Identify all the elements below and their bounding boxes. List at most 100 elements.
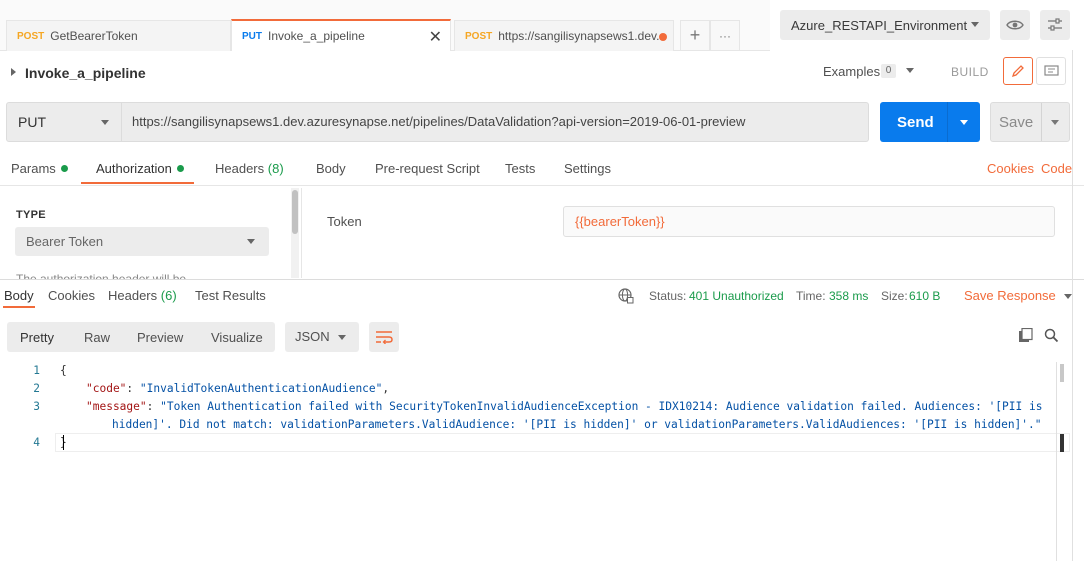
save-response-button[interactable]: Save Response bbox=[964, 288, 1072, 303]
examples-count-badge: 0 bbox=[881, 64, 896, 78]
divider bbox=[301, 188, 302, 278]
active-tab-indicator bbox=[3, 306, 35, 308]
tab-label: Invoke_a_pipeline bbox=[268, 29, 365, 43]
save-response-label: Save Response bbox=[964, 288, 1056, 303]
active-tab-indicator bbox=[81, 182, 194, 184]
tab-more-button[interactable]: ··· bbox=[710, 20, 740, 51]
response-tab-headers-label: Headers bbox=[108, 288, 158, 303]
line-number: 2 bbox=[33, 382, 40, 395]
token-label: Token bbox=[327, 214, 362, 229]
save-divider bbox=[1041, 103, 1042, 141]
request-title-row: Invoke_a_pipeline Examples 0 BUILD bbox=[0, 52, 1084, 92]
chevron-down-icon bbox=[1063, 294, 1072, 300]
environment-select[interactable]: Azure_RESTAPI_Environment bbox=[780, 10, 990, 40]
current-line-highlight bbox=[55, 433, 1070, 452]
send-divider bbox=[947, 102, 948, 142]
close-icon[interactable]: ✕ bbox=[429, 27, 442, 47]
tab-invoke-a-pipeline[interactable]: PUT Invoke_a_pipeline ✕ bbox=[231, 19, 451, 51]
response-tab-body[interactable]: Body bbox=[4, 288, 34, 303]
editor-scrollbar[interactable] bbox=[1056, 362, 1070, 561]
tab-body[interactable]: Body bbox=[316, 161, 346, 176]
auth-type-value: Bearer Token bbox=[26, 234, 104, 249]
time-value[interactable]: 358 ms bbox=[829, 289, 868, 303]
chevron-down-icon[interactable] bbox=[1051, 120, 1059, 125]
tab-headers[interactable]: Headers (8) bbox=[215, 161, 284, 176]
view-pretty[interactable]: Pretty bbox=[20, 330, 54, 345]
url-input[interactable]: https://sangilisynapsews1.dev.azuresynap… bbox=[121, 102, 869, 142]
tab-settings[interactable]: Settings bbox=[564, 161, 611, 176]
pane-border bbox=[1072, 50, 1073, 561]
save-label: Save bbox=[999, 114, 1034, 131]
scrollbar-thumb[interactable] bbox=[1060, 364, 1064, 382]
view-preview[interactable]: Preview bbox=[137, 330, 183, 345]
manage-environments-button[interactable] bbox=[1040, 10, 1070, 40]
request-title[interactable]: Invoke_a_pipeline bbox=[25, 65, 146, 81]
method-label: PUT bbox=[18, 114, 46, 130]
wrap-lines-button[interactable] bbox=[369, 322, 399, 352]
environment-label: Azure_RESTAPI_Environment bbox=[791, 17, 968, 33]
tab-authorization-label: Authorization bbox=[96, 161, 172, 176]
tab-method: POST bbox=[17, 30, 45, 42]
status-value[interactable]: 401 Unauthorized bbox=[689, 289, 784, 303]
json-value: "Token Authentication failed with Securi… bbox=[160, 400, 1043, 413]
code-link[interactable]: Code bbox=[1041, 161, 1072, 176]
active-dot-icon bbox=[176, 165, 184, 173]
tab-tests[interactable]: Tests bbox=[505, 161, 535, 176]
auth-type-select[interactable]: Bearer Token bbox=[15, 227, 269, 256]
tab-label: https://sangilisynapsews1.dev... bbox=[498, 29, 667, 43]
scrollbar-cursor-marker bbox=[1060, 434, 1064, 452]
tab-bar: POST GetBearerToken PUT Invoke_a_pipelin… bbox=[0, 0, 770, 51]
status-label: Status: bbox=[649, 289, 687, 303]
tab-params[interactable]: Params bbox=[11, 161, 68, 176]
chevron-down-icon[interactable] bbox=[906, 68, 914, 73]
tab-post-url[interactable]: POST https://sangilisynapsews1.dev... bbox=[454, 20, 674, 51]
auth-scrollbar[interactable] bbox=[291, 188, 299, 278]
token-input[interactable]: {{bearerToken}} bbox=[563, 206, 1055, 237]
response-tab-headers[interactable]: Headers (6) bbox=[108, 288, 177, 303]
divider bbox=[0, 185, 1084, 186]
tab-get-bearer-token[interactable]: POST GetBearerToken bbox=[6, 20, 231, 51]
tab-prerequest-script[interactable]: Pre-request Script bbox=[375, 161, 480, 176]
sliders-icon bbox=[1048, 18, 1062, 31]
code-line: "code": "InvalidTokenAuthenticationAudie… bbox=[86, 382, 390, 395]
code-line: { bbox=[60, 364, 67, 377]
build-label[interactable]: BUILD bbox=[951, 65, 989, 79]
search-icon[interactable] bbox=[1044, 328, 1059, 343]
copy-icon[interactable] bbox=[1018, 328, 1033, 343]
wrap-lines-icon bbox=[376, 331, 393, 344]
globe-icon[interactable] bbox=[618, 288, 634, 304]
new-tab-button[interactable]: + bbox=[680, 20, 710, 51]
size-value[interactable]: 610 B bbox=[909, 289, 940, 303]
tab-params-label: Params bbox=[11, 161, 56, 176]
response-tab-cookies[interactable]: Cookies bbox=[48, 288, 95, 303]
cookies-link[interactable]: Cookies bbox=[987, 161, 1034, 176]
line-number: 3 bbox=[33, 400, 40, 413]
send-label: Send bbox=[897, 114, 934, 131]
line-number: 4 bbox=[33, 436, 40, 449]
environment-quick-look-button[interactable] bbox=[1000, 10, 1030, 40]
examples-label[interactable]: Examples bbox=[823, 64, 880, 79]
format-label: JSON bbox=[295, 329, 330, 344]
chevron-down-icon bbox=[247, 239, 255, 244]
size-label: Size: bbox=[881, 289, 908, 303]
view-visualize[interactable]: Visualize bbox=[211, 330, 263, 345]
view-raw[interactable]: Raw bbox=[84, 330, 110, 345]
chevron-down-icon[interactable] bbox=[960, 120, 968, 125]
tab-headers-label: Headers bbox=[215, 161, 265, 176]
headers-count: (8) bbox=[267, 161, 284, 176]
chevron-down-icon bbox=[101, 120, 109, 125]
chevron-right-icon[interactable] bbox=[11, 68, 16, 76]
format-select[interactable]: JSON bbox=[285, 322, 359, 352]
send-button[interactable]: Send bbox=[880, 102, 980, 142]
time-label: Time: bbox=[796, 289, 826, 303]
tab-authorization[interactable]: Authorization bbox=[96, 161, 184, 176]
save-button[interactable]: Save bbox=[990, 102, 1070, 142]
scrollbar-thumb[interactable] bbox=[292, 190, 298, 234]
edit-button[interactable] bbox=[1003, 57, 1033, 85]
eye-icon bbox=[1006, 20, 1024, 30]
tab-method: PUT bbox=[242, 30, 262, 42]
method-select[interactable]: PUT bbox=[6, 102, 122, 142]
response-tab-test-results[interactable]: Test Results bbox=[195, 288, 266, 303]
divider[interactable] bbox=[0, 279, 1084, 280]
documentation-button[interactable] bbox=[1036, 57, 1066, 85]
